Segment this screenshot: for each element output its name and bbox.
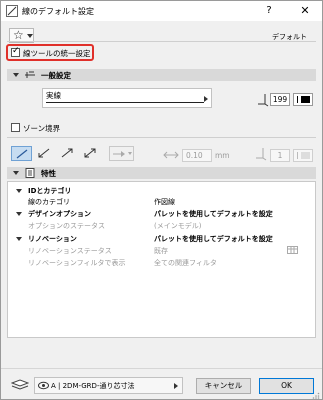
chevron-down-icon — [16, 212, 22, 216]
line-type-name: 実線 — [46, 91, 61, 100]
layer-selector[interactable]: A | 2DM-GRD-通り芯寸法 — [34, 377, 183, 394]
unit-label: mm — [215, 151, 230, 160]
general-section-header[interactable]: 一般設定 — [7, 69, 316, 81]
divider — [1, 368, 322, 369]
pen-number-field[interactable]: 199 — [270, 93, 290, 106]
divider — [7, 41, 316, 42]
pen-color-swatch — [301, 152, 310, 159]
table-row[interactable]: 線のカテゴリ 作図線 — [8, 196, 315, 207]
check-icon: ✓ — [12, 46, 20, 56]
grid-lock-icon — [287, 246, 298, 254]
pen-color-swatch — [301, 96, 310, 103]
properties-section-title: 特性 — [41, 169, 56, 178]
arrow-pen-icon — [256, 148, 267, 161]
pen-icon — [258, 94, 269, 107]
cancel-button[interactable]: キャンセル — [196, 378, 251, 394]
pen-color-selector[interactable] — [293, 93, 313, 106]
line-type-preview — [46, 102, 204, 103]
arrow-size-field[interactable]: 0.10 — [182, 149, 212, 162]
layers-icon — [11, 379, 29, 390]
eye-icon — [38, 381, 49, 390]
chevron-down-icon — [16, 189, 22, 193]
property-value: パレットを使用してデフォルトを設定 — [154, 235, 273, 243]
properties-table: IDとカテゴリ 線のカテゴリ 作図線 デザインオプション パレットを使用してデフ… — [7, 181, 316, 338]
line-no-arrow-icon — [16, 149, 28, 159]
general-section-title: 一般設定 — [41, 71, 71, 80]
chevron-down-icon — [27, 34, 33, 38]
arrow-pen-field[interactable]: 1 — [270, 149, 290, 162]
resize-grip-icon[interactable] — [312, 391, 320, 399]
table-row[interactable]: リノベーション パレットを使用してデフォルトを設定 — [8, 233, 315, 244]
layer-name: A | 2DM-GRD-通り芯寸法 — [51, 382, 135, 390]
line-tool-icon — [6, 5, 18, 17]
property-name: デザインオプション — [28, 210, 91, 218]
table-row[interactable]: リノベーションステータス 既存 — [8, 245, 315, 256]
zone-boundary-label: ゾーン境界 — [23, 124, 61, 133]
property-name: リノベーションフィルタで表示 — [28, 259, 126, 267]
ok-button[interactable]: OK — [259, 378, 314, 394]
chevron-down-icon — [16, 237, 22, 241]
close-button[interactable]: ✕ — [293, 4, 317, 18]
line-settings-icon — [25, 71, 35, 78]
line-type-selector[interactable]: 実線 — [42, 88, 212, 108]
table-row[interactable]: オプションのステータス (メインモデル) — [8, 220, 315, 231]
window-title: 線のデフォルト設定 — [22, 7, 94, 16]
property-value: パレットを使用してデフォルトを設定 — [154, 210, 273, 218]
line-arrow-end-icon — [61, 148, 73, 158]
arrow-right-icon — [113, 151, 125, 157]
property-name: リノベーション — [28, 235, 77, 243]
arrow-size-icon — [163, 151, 179, 159]
property-value: 作図線 — [154, 198, 175, 206]
arrowhead-type-selector[interactable] — [109, 146, 134, 161]
chevron-down-icon — [128, 152, 132, 155]
help-button[interactable]: ? — [257, 4, 281, 18]
title-bar: 線のデフォルト設定 ? ✕ — [1, 1, 322, 21]
arrow-none-button[interactable] — [11, 146, 32, 161]
property-value: 全ての関連フィルタ — [154, 259, 217, 267]
property-name: 線のカテゴリ — [28, 198, 70, 206]
star-icon: ☆ — [13, 28, 24, 42]
pen-weight-bar — [297, 152, 298, 159]
arrow-both-button[interactable] — [80, 146, 101, 161]
property-value: 既存 — [154, 247, 168, 255]
properties-section-header[interactable]: 特性 — [7, 167, 316, 179]
arrow-start-button[interactable] — [34, 146, 55, 161]
property-name: リノベーションステータス — [28, 247, 112, 255]
zone-boundary-checkbox[interactable] — [11, 123, 20, 132]
table-row[interactable]: IDとカテゴリ — [8, 185, 315, 196]
table-row[interactable]: デザインオプション パレットを使用してデフォルトを設定 — [8, 208, 315, 219]
chevron-down-icon — [13, 73, 19, 77]
line-arrow-start-icon — [38, 148, 50, 158]
property-value: (メインモデル) — [154, 222, 202, 230]
chevron-right-icon — [174, 383, 178, 389]
chevron-right-icon — [204, 96, 208, 102]
properties-icon — [25, 168, 35, 178]
property-name: IDとカテゴリ — [28, 187, 72, 195]
table-row[interactable]: リノベーションフィルタで表示 全ての関連フィルタ — [8, 257, 315, 268]
arrow-end-button[interactable] — [57, 146, 78, 161]
property-name: オプションのステータス — [28, 222, 105, 230]
line-default-settings-dialog: 線のデフォルト設定 ? ✕ ☆ デフォルト ✓ 線ツールの統一設定 一般設定 実… — [0, 0, 323, 400]
pen-weight-bar — [297, 96, 298, 103]
chevron-down-icon — [13, 171, 19, 175]
unify-checkbox[interactable]: ✓ — [11, 46, 20, 57]
divider — [7, 137, 316, 138]
arrow-pen-color[interactable] — [293, 149, 313, 162]
line-arrow-both-icon — [84, 148, 96, 158]
unify-label: 線ツールの統一設定 — [23, 49, 91, 58]
